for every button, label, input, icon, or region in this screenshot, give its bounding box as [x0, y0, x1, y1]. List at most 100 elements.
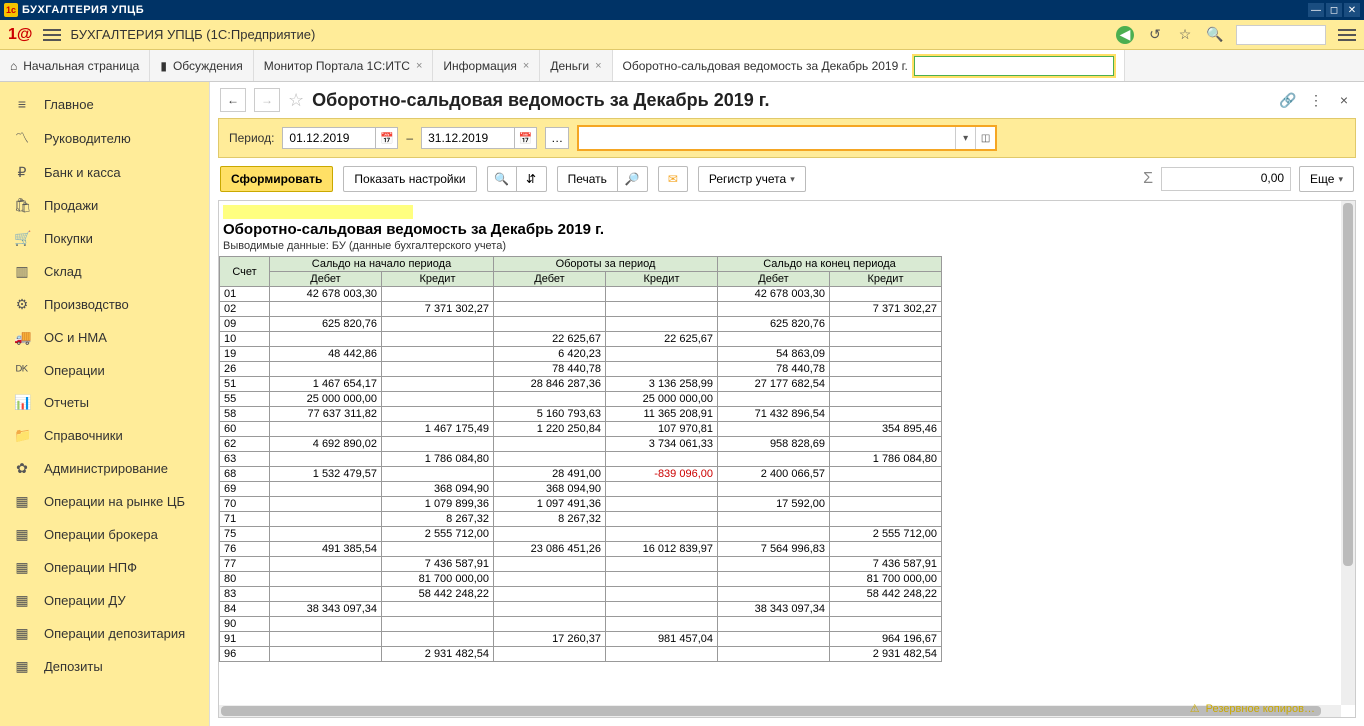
table-row[interactable]: 631 786 084,801 786 084,80 — [220, 452, 942, 467]
sidebar-item[interactable]: 🛍Продажи — [0, 189, 209, 222]
sidebar-item[interactable]: ≡Главное — [0, 88, 209, 120]
sidebar-item[interactable]: ▦Операции НПФ — [0, 551, 209, 584]
table-row[interactable]: 701 079 899,361 097 491,3617 592,00 — [220, 497, 942, 512]
sidebar-item[interactable]: ▦Операции на рынке ЦБ — [0, 485, 209, 518]
table-row[interactable]: 624 692 890,023 734 061,33958 828,69 — [220, 437, 942, 452]
col-start: Сальдо на начало периода — [270, 257, 494, 272]
table-row[interactable]: 752 555 712,002 555 712,00 — [220, 527, 942, 542]
calendar-icon[interactable]: 📅 — [376, 127, 398, 149]
sidebar-icon: ⚙ — [14, 296, 30, 313]
sidebar-icon: ✿ — [14, 460, 30, 477]
open-ref-icon[interactable]: ◫ — [975, 127, 995, 149]
sidebar-item[interactable]: ▦Операции ДУ — [0, 584, 209, 617]
settings-menu-icon[interactable] — [1338, 29, 1356, 41]
table-row[interactable]: 09625 820,76625 820,76 — [220, 317, 942, 332]
sidebar-item[interactable]: 📁Справочники — [0, 419, 209, 452]
table-row[interactable]: 1022 625,6722 625,67 — [220, 332, 942, 347]
table-row[interactable]: 511 467 654,1728 846 287,363 136 258,992… — [220, 377, 942, 392]
link-icon[interactable]: 🔗 — [1278, 90, 1298, 110]
search-icon[interactable]: 🔍 — [1206, 26, 1224, 44]
sidebar-item[interactable]: ▦Депозиты — [0, 650, 209, 683]
show-settings-button[interactable]: Показать настройки — [343, 166, 476, 192]
table-row[interactable]: 8358 442 248,2258 442 248,22 — [220, 587, 942, 602]
tab-discuss[interactable]: ▮ Обсуждения — [150, 50, 253, 81]
sidebar-label: Депозиты — [44, 659, 103, 674]
sidebar-item[interactable]: ▦Операции депозитария — [0, 617, 209, 650]
history-icon[interactable]: ↺ — [1146, 26, 1164, 44]
table-row[interactable]: 5525 000 000,0025 000 000,00 — [220, 392, 942, 407]
close-tab-icon[interactable]: × — [523, 60, 529, 72]
table-row[interactable]: 76491 385,5423 086 451,2616 012 839,977 … — [220, 542, 942, 557]
table-row[interactable]: 5877 637 311,825 160 793,6311 365 208,91… — [220, 407, 942, 422]
global-search-input[interactable] — [1236, 25, 1326, 45]
home-icon: ⌂ — [10, 59, 17, 73]
close-page-icon[interactable]: × — [1334, 90, 1354, 110]
org-filter-input[interactable] — [579, 127, 955, 149]
table-row[interactable]: 681 532 479,5728 491,00-839 096,002 400 … — [220, 467, 942, 482]
notification-icon[interactable]: ◀ — [1116, 26, 1134, 44]
table-row[interactable]: 90 — [220, 617, 942, 632]
table-row[interactable]: 718 267,328 267,32 — [220, 512, 942, 527]
sidebar-item[interactable]: 🚚ОС и НМА — [0, 321, 209, 354]
report-subtitle: Выводимые данные: БУ (данные бухгалтерск… — [219, 240, 1355, 256]
find-button[interactable]: 🔍 — [487, 166, 517, 192]
sidebar-item[interactable]: ▥Склад — [0, 255, 209, 288]
menu-icon[interactable] — [43, 29, 61, 41]
sidebar-item[interactable]: ₽Банк и касса — [0, 156, 209, 189]
star-icon[interactable]: ☆ — [1176, 26, 1194, 44]
dropdown-icon[interactable]: ▾ — [955, 127, 975, 149]
close-tab-icon[interactable]: × — [416, 60, 422, 72]
sidebar-item[interactable]: ⚙Производство — [0, 288, 209, 321]
more-button[interactable]: Еще ▾ — [1299, 166, 1354, 192]
tab-active-report[interactable]: Оборотно-сальдовая ведомость за Декабрь … — [613, 50, 1125, 81]
back-button[interactable]: ← — [220, 88, 246, 112]
preview-button[interactable]: 🔎 — [618, 166, 648, 192]
sidebar-item[interactable]: 〽Руководителю — [0, 120, 209, 156]
sidebar-label: Операции ДУ — [44, 593, 126, 608]
sidebar-item[interactable]: ▦Операции брокера — [0, 518, 209, 551]
table-row[interactable]: 8081 700 000,0081 700 000,00 — [220, 572, 942, 587]
form-button[interactable]: Сформировать — [220, 166, 333, 192]
close-tab-icon[interactable]: × — [595, 60, 601, 72]
scrollbar-horizontal[interactable] — [219, 705, 1341, 717]
close-icon[interactable]: ✕ — [1344, 3, 1360, 17]
forward-button[interactable]: → — [254, 88, 280, 112]
date-from-input[interactable] — [282, 127, 376, 149]
period-picker-button[interactable]: … — [545, 127, 569, 149]
maximize-icon[interactable]: ◻ — [1326, 3, 1342, 17]
expand-button[interactable]: ⇵ — [517, 166, 547, 192]
print-button[interactable]: Печать — [557, 166, 618, 192]
table-row[interactable]: 9117 260,37981 457,04964 196,67 — [220, 632, 942, 647]
register-button[interactable]: Регистр учета ▾ — [698, 166, 806, 192]
table-row[interactable]: 1948 442,866 420,2354 863,09 — [220, 347, 942, 362]
sidebar-item[interactable]: 🛒Покупки — [0, 222, 209, 255]
email-button[interactable]: ✉ — [658, 166, 688, 192]
sidebar-item[interactable]: ✿Администрирование — [0, 452, 209, 485]
table-row[interactable]: 027 371 302,277 371 302,27 — [220, 302, 942, 317]
sidebar-item[interactable]: 📊Отчеты — [0, 386, 209, 419]
table-row[interactable]: 69368 094,90368 094,90 — [220, 482, 942, 497]
tab-home[interactable]: ⌂ Начальная страница — [0, 50, 150, 81]
tab-money[interactable]: Деньги × — [540, 50, 612, 81]
sidebar-label: Продажи — [44, 198, 98, 213]
col-acct: Счет — [220, 257, 270, 287]
chat-icon: ▮ — [160, 59, 167, 73]
table-row[interactable]: 777 436 587,917 436 587,91 — [220, 557, 942, 572]
table-row[interactable]: 962 931 482,542 931 482,54 — [220, 647, 942, 662]
table-row[interactable]: 0142 678 003,3042 678 003,30 — [220, 287, 942, 302]
app-logo-icon: 1c — [4, 3, 18, 17]
table-row[interactable]: 8438 343 097,3438 343 097,34 — [220, 602, 942, 617]
tab-info[interactable]: Информация × — [433, 50, 540, 81]
sidebar-item[interactable]: ᴰᴷОперации — [0, 354, 209, 386]
kebab-icon[interactable]: ⋮ — [1306, 90, 1326, 110]
tab-search-input[interactable] — [914, 56, 1114, 76]
calendar-icon[interactable]: 📅 — [515, 127, 537, 149]
sidebar-label: Банк и касса — [44, 165, 121, 180]
minimize-icon[interactable]: — — [1308, 3, 1324, 17]
date-to-input[interactable] — [421, 127, 515, 149]
table-row[interactable]: 601 467 175,491 220 250,84107 970,81354 … — [220, 422, 942, 437]
scrollbar-vertical[interactable] — [1341, 201, 1355, 705]
tab-monitor[interactable]: Монитор Портала 1С:ИТС × — [254, 50, 434, 81]
favorite-star-icon[interactable]: ☆ — [288, 90, 304, 111]
table-row[interactable]: 2678 440,7878 440,78 — [220, 362, 942, 377]
